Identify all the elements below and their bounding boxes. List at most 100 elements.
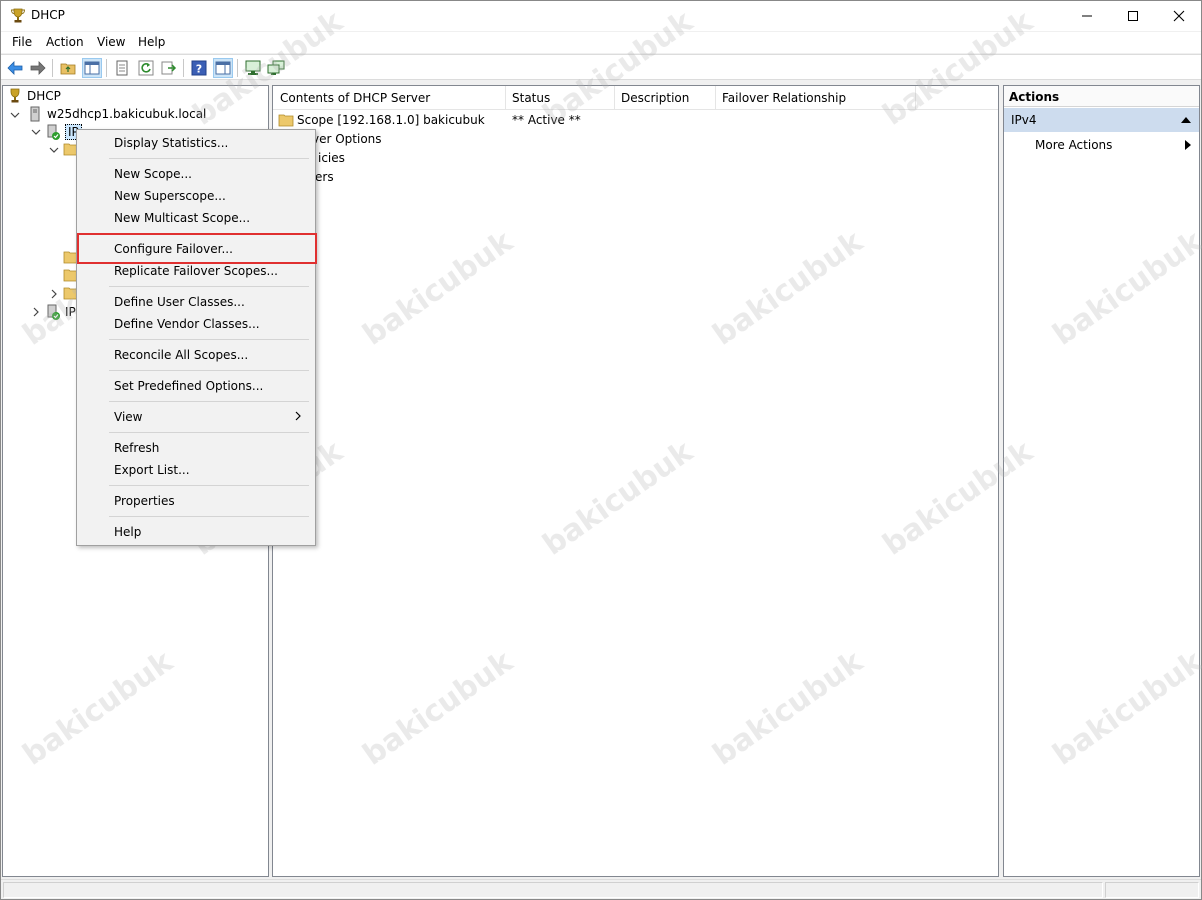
actions-section-ipv4[interactable]: IPv4: [1004, 108, 1199, 132]
tree-node-server[interactable]: w25dhcp1.bakicubuk.local: [27, 105, 206, 123]
context-menu: Display Statistics... New Scope... New S…: [76, 129, 317, 546]
status-bar: [1, 879, 1201, 899]
maximize-button[interactable]: [1110, 1, 1156, 31]
menu-bar: File Action View Help: [1, 32, 1201, 53]
column-divider[interactable]: [614, 86, 615, 110]
tree-label-ipv6: IP: [65, 305, 76, 319]
folder-icon: [278, 114, 294, 127]
back-button[interactable]: [5, 58, 25, 78]
svg-text:?: ?: [196, 63, 202, 76]
show-hide-console-tree-button[interactable]: [82, 58, 102, 78]
export-icon: [161, 61, 177, 75]
menu-item-define-vendor-classes[interactable]: Define Vendor Classes...: [114, 317, 260, 331]
menu-item-define-user-classes[interactable]: Define User Classes...: [114, 295, 245, 309]
window-title: DHCP: [31, 8, 65, 22]
list-item-name[interactable]: ers: [315, 168, 334, 186]
column-header-status[interactable]: Status: [512, 91, 550, 105]
menu-separator: [109, 432, 309, 433]
toolbar: ?: [1, 54, 1201, 80]
column-header-failover[interactable]: Failover Relationship: [722, 91, 846, 105]
menu-item-properties[interactable]: Properties: [114, 494, 175, 508]
chevron-right-icon[interactable]: [31, 307, 41, 317]
document-icon: [116, 60, 128, 76]
properties-toolbar-button[interactable]: [112, 58, 132, 78]
chevron-down-icon[interactable]: [31, 127, 41, 137]
close-button[interactable]: [1156, 1, 1202, 31]
menu-separator: [109, 286, 309, 287]
collapse-up-icon[interactable]: [1181, 116, 1191, 124]
column-divider[interactable]: [715, 86, 716, 110]
export-list-toolbar-button[interactable]: [159, 58, 179, 78]
menu-item-new-multicast-scope[interactable]: New Multicast Scope...: [114, 211, 250, 225]
menu-view[interactable]: View: [97, 35, 125, 49]
list-item[interactable]: Scope [192.168.1.0] bakicubuk: [278, 111, 485, 129]
menu-file[interactable]: File: [12, 35, 32, 49]
chevron-down-icon[interactable]: [10, 110, 20, 120]
minimize-button[interactable]: [1064, 1, 1110, 31]
dhcp-window: DHCP File Action View Help ? DHCP w25dhc…: [0, 0, 1202, 900]
help-toolbar-button[interactable]: ?: [189, 58, 209, 78]
actions-pane: Actions IPv4 More Actions: [1003, 85, 1200, 877]
toolbar-separator: [183, 59, 184, 77]
back-arrow-icon: [7, 61, 23, 75]
toolbar-separator: [106, 59, 107, 77]
menu-separator: [109, 339, 309, 340]
menu-item-replicate-failover-scopes[interactable]: Replicate Failover Scopes...: [114, 264, 278, 278]
server-toolbar-button[interactable]: [243, 58, 263, 78]
menu-item-set-predefined-options[interactable]: Set Predefined Options...: [114, 379, 263, 393]
forward-arrow-icon: [30, 61, 46, 75]
actions-section-label: IPv4: [1011, 113, 1037, 127]
menu-separator: [109, 158, 309, 159]
monitor-icon: [245, 60, 261, 75]
title-bar: DHCP: [1, 1, 1201, 31]
add-server-toolbar-button[interactable]: [266, 58, 286, 78]
menu-separator: [109, 516, 309, 517]
chevron-down-icon[interactable]: [49, 145, 59, 155]
menu-item-help[interactable]: Help: [114, 525, 141, 539]
menu-item-export-list[interactable]: Export List...: [114, 463, 190, 477]
console-tree-icon: [84, 61, 100, 75]
tree-node-dhcp[interactable]: DHCP: [7, 87, 61, 105]
column-header-contents[interactable]: Contents of DHCP Server: [280, 91, 430, 105]
list-item-name[interactable]: icies: [318, 149, 345, 167]
status-segment: [3, 882, 1103, 898]
dhcp-trophy-icon: [11, 8, 25, 23]
refresh-toolbar-button[interactable]: [136, 58, 156, 78]
folder-up-icon: [60, 63, 76, 75]
chevron-right-icon: [295, 411, 301, 421]
actions-title: Actions: [1004, 86, 1199, 107]
up-folder-button[interactable]: [58, 58, 78, 78]
server-icon: [30, 106, 40, 122]
menu-item-view[interactable]: View: [114, 410, 142, 424]
show-hide-action-pane-button[interactable]: [213, 58, 233, 78]
forward-button[interactable]: [28, 58, 48, 78]
column-divider[interactable]: [505, 86, 506, 110]
toolbar-separator: [52, 59, 53, 77]
menu-item-new-scope[interactable]: New Scope...: [114, 167, 192, 181]
column-header-description[interactable]: Description: [621, 91, 689, 105]
menu-item-new-superscope[interactable]: New Superscope...: [114, 189, 226, 203]
menu-action[interactable]: Action: [46, 35, 84, 49]
server-check-icon: [47, 124, 60, 140]
status-segment: [1105, 882, 1199, 898]
dhcp-trophy-icon: [10, 88, 20, 103]
submenu-arrow-icon: [1185, 140, 1191, 150]
refresh-icon: [138, 60, 154, 76]
monitors-icon: [267, 60, 285, 75]
menu-item-reconcile-all-scopes[interactable]: Reconcile All Scopes...: [114, 348, 248, 362]
menu-item-display-statistics[interactable]: Display Statistics...: [114, 136, 228, 150]
column-divider[interactable]: [915, 86, 916, 110]
list-item-name[interactable]: ver Options: [312, 130, 382, 148]
chevron-right-icon[interactable]: [49, 289, 59, 299]
results-pane: Contents of DHCP Server Status Descripti…: [272, 85, 999, 877]
tree-label-dhcp: DHCP: [27, 89, 61, 103]
menu-separator: [109, 401, 309, 402]
menu-help[interactable]: Help: [138, 35, 165, 49]
menu-item-refresh[interactable]: Refresh: [114, 441, 159, 455]
maximize-icon: [1128, 11, 1138, 21]
more-actions-item[interactable]: More Actions: [1035, 138, 1112, 152]
tree-label-server: w25dhcp1.bakicubuk.local: [47, 107, 207, 121]
tree-node-ipv6[interactable]: IP: [45, 303, 76, 321]
menu-item-configure-failover[interactable]: Configure Failover...: [114, 242, 233, 256]
minimize-icon: [1082, 15, 1092, 17]
